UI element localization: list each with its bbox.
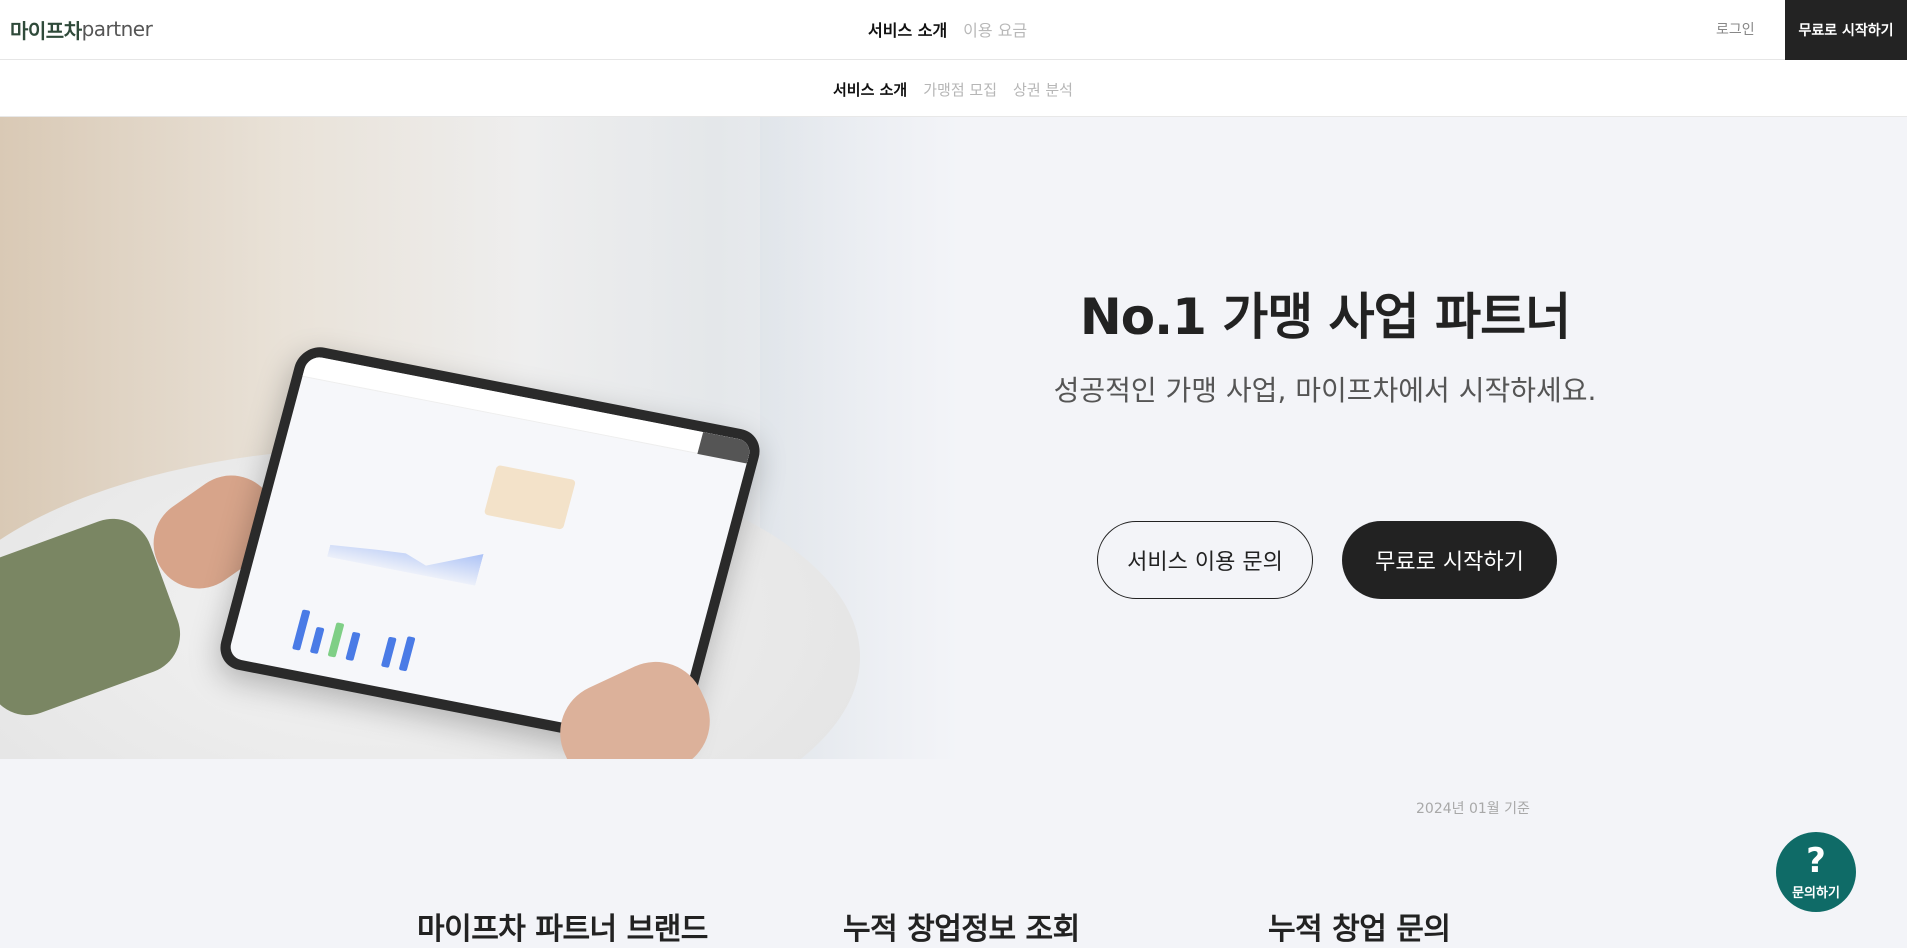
start-free-header-button[interactable]: 무료로 시작하기 — [1785, 0, 1907, 60]
top-header: 마이프차 partner 서비스 소개 이용 요금 로그인 무료로 시작하기 — [0, 0, 1907, 60]
hero-subtitle: 성공적인 가맹 사업, 마이프차에서 시작하세요. — [1053, 374, 1597, 407]
hero-content: No.1 가맹 사업 파트너 성공적인 가맹 사업, 마이프차에서 시작하세요.… — [955, 117, 1907, 759]
inquiry-fab-label: 문의하기 — [1792, 885, 1840, 901]
subnav-service-intro[interactable]: 서비스 소개 — [833, 79, 907, 100]
subnav-franchise-recruit[interactable]: 가맹점 모집 — [923, 79, 997, 100]
logo[interactable]: 마이프차 partner — [10, 14, 153, 44]
question-icon: ? — [1806, 840, 1826, 881]
login-link[interactable]: 로그인 — [1716, 19, 1755, 39]
service-inquiry-button[interactable]: 서비스 이용 문의 — [1097, 521, 1313, 599]
nav-service-intro[interactable]: 서비스 소개 — [868, 17, 947, 41]
nav-pricing[interactable]: 이용 요금 — [963, 17, 1027, 41]
sub-nav-bar: 서비스 소개 가맹점 모집 상권 분석 — [0, 60, 1907, 117]
hero-title: No.1 가맹 사업 파트너 — [1079, 288, 1571, 346]
tip-card — [483, 464, 577, 530]
inquiry-fab-button[interactable]: ? 문의하기 — [1776, 832, 1856, 912]
hero-image — [0, 117, 955, 759]
stat-partner-brands-label: 마이프차 파트너 브랜드 — [417, 912, 708, 947]
logo-sub: partner — [81, 17, 153, 41]
stat-startup-info-views-label: 누적 창업정보 조회 — [843, 912, 1080, 947]
stat-startup-inquiries-label: 누적 창업 문의 — [1268, 912, 1451, 947]
sub-nav: 서비스 소개 가맹점 모집 상권 분석 — [833, 79, 1073, 100]
subnav-trade-area-analysis[interactable]: 상권 분석 — [1013, 79, 1073, 100]
stats-as-of-date: 2024년 01월 기준 — [1416, 801, 1530, 817]
start-free-hero-button[interactable]: 무료로 시작하기 — [1342, 521, 1557, 599]
area-chart-graphic — [327, 517, 486, 586]
logo-brand: 마이프차 — [10, 18, 82, 43]
main-nav: 서비스 소개 이용 요금 — [868, 17, 1027, 41]
